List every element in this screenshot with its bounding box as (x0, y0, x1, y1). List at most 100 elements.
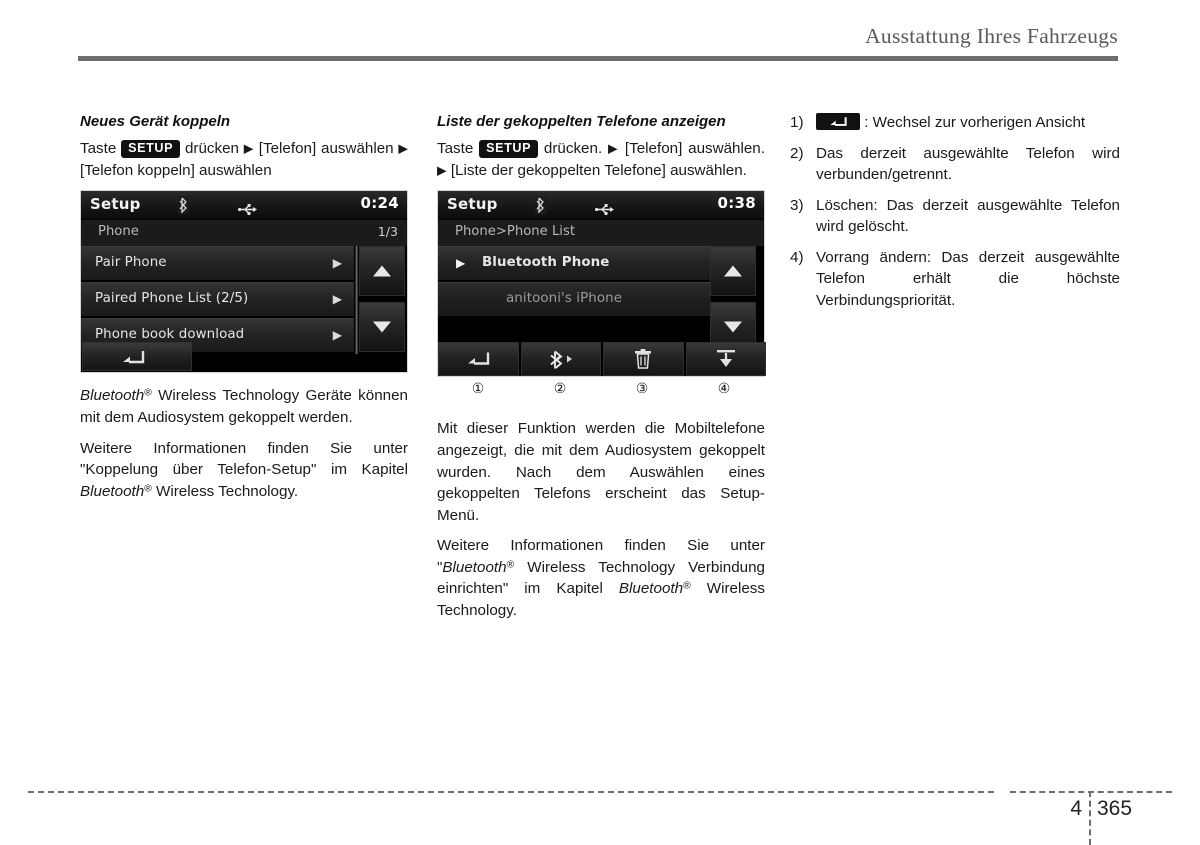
page-header: Ausstattung Ihres Fahrzeugs (0, 24, 1200, 70)
list-item: 4) Vorrang ändern: Das derzeit ausgewähl… (790, 247, 1120, 312)
setup-hardkey-badge[interactable]: SETUP (121, 140, 181, 159)
page-indicator: 1/3 (377, 224, 398, 240)
bluetooth-wordmark: Bluetooth (80, 387, 145, 405)
screen-status-bar: Setup 0: (438, 191, 764, 221)
menu-item-pair-phone[interactable]: Pair Phone ▶ (81, 246, 354, 281)
page-title: Ausstattung Ihres Fahrzeugs (865, 24, 1118, 48)
head-unit-screenshot-phone-list[interactable]: Setup 0:38 Phone>Phone List ▶ Bluetooth … (437, 190, 766, 378)
bluetooth-connect-icon (548, 350, 574, 371)
menu-item-label: Paired Phone List (2/5) (95, 291, 249, 307)
setup-hardkey-badge[interactable]: SETUP (479, 140, 539, 159)
instruction-verb: drücken. (543, 140, 603, 158)
screen-body: Pair Phone ▶ Paired Phone List (2/5) ▶ P… (81, 246, 407, 355)
list-item-text: Löschen: Das derzeit ausgewählte Telefon… (816, 196, 1120, 236)
phone-list-item-label: Bluetooth Phone (482, 255, 610, 271)
play-triangle-icon: ▶ (456, 256, 466, 271)
scroll-up-arrow-icon (724, 265, 742, 277)
header-rule (78, 56, 1118, 61)
instruction-verb: drücken (184, 140, 239, 158)
arrow-separator-icon: ▶ (607, 141, 620, 156)
bluetooth-icon (178, 196, 189, 218)
registered-mark: ® (144, 388, 152, 400)
screen-toolbar (438, 342, 766, 377)
scroll-up-arrow-icon (373, 265, 391, 277)
back-arrow-icon (830, 117, 847, 126)
menu-item-paired-phone-list[interactable]: Paired Phone List (2/5) ▶ (81, 282, 354, 317)
set-priority-icon (715, 349, 737, 369)
toolbar-set-priority-button[interactable] (685, 342, 766, 377)
screen-status-title: Setup (90, 195, 141, 214)
paragraph-prefix: Weitere Informationen finden Sie unter "… (80, 439, 408, 479)
registered-mark-2: ® (683, 581, 691, 593)
footer-dashed-rule-left (28, 791, 994, 793)
menu-item-label: Pair Phone (95, 255, 167, 271)
arrow-separator-icon: ▶ (243, 141, 254, 156)
toolbar-back-button[interactable] (438, 342, 519, 377)
scroll-up-button[interactable] (710, 246, 756, 297)
screen-menu-list: Pair Phone ▶ Paired Phone List (2/5) ▶ P… (81, 246, 354, 354)
chevron-right-icon: ▶ (332, 292, 342, 307)
list-item-text: : Wechsel zur vorherigen Ansicht (864, 114, 1086, 131)
bluetooth-wordmark: Bluetooth (80, 482, 145, 500)
paragraph-more-info-left: Weitere Informationen finden Sie unter "… (80, 438, 408, 503)
page-number: 365 (1097, 797, 1133, 820)
footer-dashed-rule-right (1010, 791, 1172, 793)
list-item-text: Das derzeit ausgewählte Telefon wird ver… (816, 144, 1120, 184)
list-item-text: Vorrang ändern: Das derzeit ausgewählte … (816, 248, 1120, 310)
screen-breadcrumb-bar: Phone 1/3 (81, 220, 407, 247)
column-middle: Liste der gekoppelten Telefone anzeigen … (437, 112, 766, 622)
screen-bottom-bar (81, 342, 409, 372)
instruction-target-1: [Telefon] auswählen (258, 140, 394, 158)
toolbar-delete-button[interactable] (603, 342, 684, 377)
trash-delete-icon (634, 349, 652, 370)
paragraph-more-info-middle: Weitere Informationen finden Sie unter "… (437, 535, 765, 621)
list-marker: 2) (790, 144, 804, 162)
column-left: Neues Gerät koppeln Taste SETUP drücken … (80, 112, 408, 502)
arrow-separator-icon-2: ▶ (398, 141, 408, 156)
instruction-prefix: Taste (80, 140, 117, 158)
screenshot-callout-numbers: ① ② ③ ④ (437, 380, 765, 402)
head-unit-screenshot-setup-phone[interactable]: Setup 0:24 Phone 1/3 Pair Phone ▶ Paired… (80, 190, 409, 374)
screen-breadcrumb-bar: Phone>Phone List (438, 220, 764, 247)
registered-mark: ® (144, 483, 152, 495)
breadcrumb: Phone (98, 224, 139, 240)
instruction-pair-new-device: Taste SETUP drücken ▶ [Telefon] auswähle… (80, 138, 408, 181)
list-marker: 3) (790, 196, 804, 214)
back-button[interactable] (82, 342, 192, 372)
scroll-up-button[interactable] (359, 246, 405, 297)
chevron-right-icon: ▶ (332, 256, 342, 271)
instruction-prefix: Taste (437, 140, 474, 158)
callout-4: ④ (717, 380, 731, 397)
column-right: 1) : Wechsel zur vorherigen Ansicht 2) D… (790, 112, 1120, 321)
paragraph-function-description: Mit dieser Funktion werden die Mobiltele… (437, 420, 765, 524)
screen-clock: 0:38 (717, 194, 756, 213)
bluetooth-wordmark-2: Bluetooth (618, 580, 684, 598)
bluetooth-wordmark: Bluetooth (442, 558, 507, 576)
screen-status-title: Setup (447, 195, 498, 214)
breadcrumb: Phone>Phone List (455, 224, 575, 240)
callout-2: ② (553, 380, 567, 397)
phone-list-item-bluetooth-phone[interactable]: ▶ Bluetooth Phone (438, 246, 711, 281)
instruction-target-2: [Liste der gekoppelten Telefone] auswähl… (450, 161, 747, 179)
usb-icon (238, 200, 258, 219)
list-item: 2) Das derzeit ausgewählte Telefon wird … (790, 143, 1120, 186)
scroll-down-arrow-icon (724, 321, 742, 333)
list-marker: 4) (790, 248, 804, 266)
screen-clock: 0:24 (360, 194, 399, 213)
callout-3: ③ (635, 380, 649, 397)
bluetooth-icon (535, 196, 546, 218)
footer-dashed-divider (1089, 791, 1091, 845)
callout-1: ① (471, 380, 485, 397)
toolbar-legend-list: 1) : Wechsel zur vorherigen Ansicht 2) D… (790, 112, 1120, 312)
section-heading-paired-phone-list: Liste der gekoppelten Telefone anzeigen (437, 113, 726, 130)
list-marker: 1) (790, 114, 804, 131)
screen-status-bar: Setup 0: (81, 191, 407, 221)
page-footer: 4 365 (0, 775, 1200, 845)
back-arrow-icon (123, 351, 145, 364)
toolbar-bluetooth-connect-button[interactable] (520, 342, 601, 377)
phone-list-item-label: anitooni's iPhone (506, 291, 623, 307)
scrollbar-track[interactable] (355, 246, 358, 355)
list-item: 1) : Wechsel zur vorherigen Ansicht (790, 112, 1120, 134)
back-arrow-icon-badge (816, 113, 860, 130)
phone-list-item-anitoonis-iphone[interactable]: anitooni's iPhone (438, 282, 711, 317)
